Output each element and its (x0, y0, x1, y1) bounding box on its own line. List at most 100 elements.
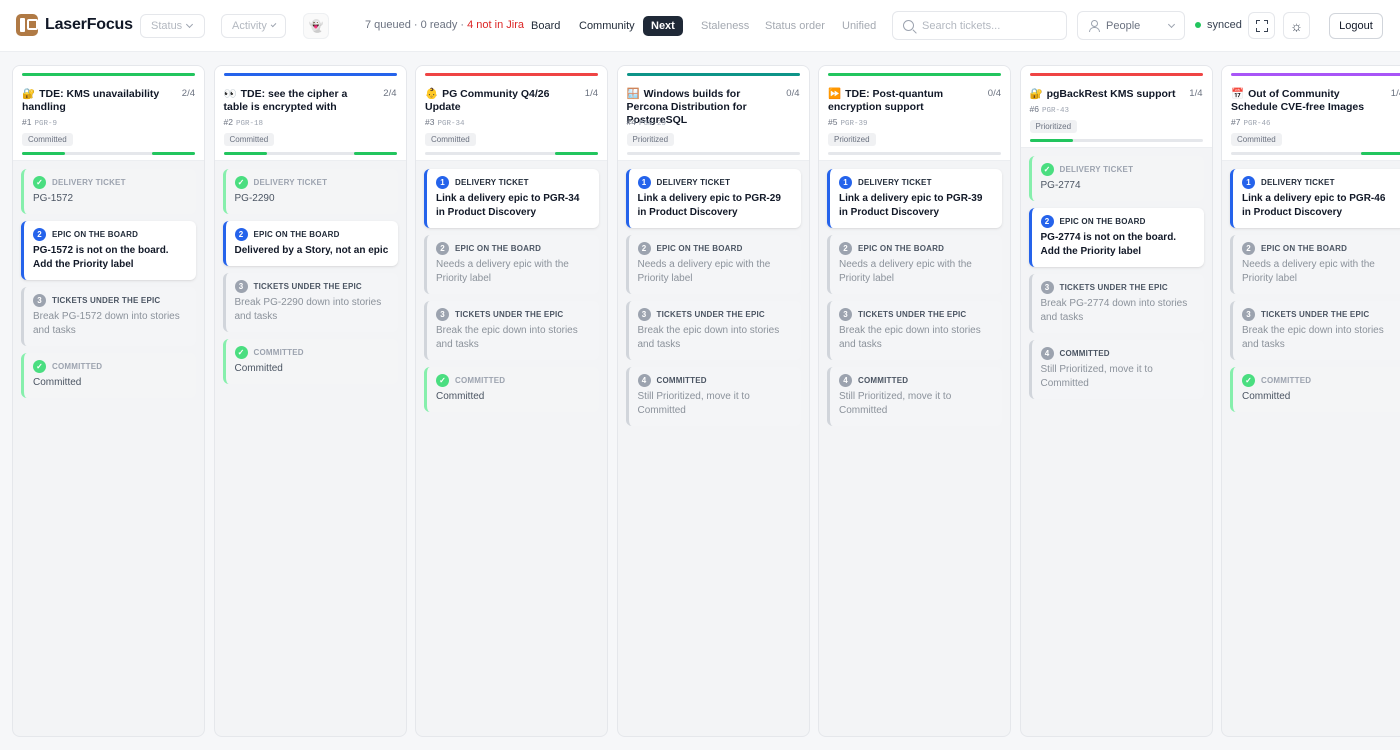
not-in-jira-count[interactable]: 4 not in Jira (467, 19, 524, 31)
chevron-down-icon (1167, 20, 1176, 28)
column-progress-bar (626, 152, 800, 155)
step-text: Needs a delivery epic with the Priority … (1242, 259, 1375, 284)
step-header: 1 DELIVERY TICKET (839, 176, 994, 189)
step-card[interactable]: 3 TICKETS UNDER THE EPIC Break the epic do… (827, 301, 1002, 360)
step-card[interactable]: 1 DELIVERY TICKET Link a delivery epic to … (625, 169, 801, 228)
column-emoji-icon: 🪟 (626, 88, 640, 100)
step-card[interactable]: 3 TICKETS UNDER THE EPIC Break the epic do… (625, 301, 801, 360)
step-card[interactable]: 2 EPIC ON THE BOARD Delivered by a Story, … (222, 221, 398, 266)
step-card[interactable]: 4 COMMITTED Still Prioritized, move it to … (1028, 340, 1204, 399)
nav-next[interactable]: Next (643, 16, 683, 36)
step-card[interactable]: 4 COMMITTED Still Prioritized, move it to … (625, 367, 801, 426)
step-header: 2 EPIC ON THE BOARD (436, 242, 591, 255)
nav-board[interactable]: Board (531, 16, 560, 36)
column-progress-bar (223, 152, 397, 155)
nav-status-order[interactable]: Status order (765, 16, 825, 36)
column-header[interactable]: 🪟 Windows builds for Percona Distribution… (617, 66, 809, 161)
step-card[interactable]: 3 TICKETS UNDER THE EPIC Break PG-2290 dow… (222, 273, 398, 332)
board-column: 📅 Out of Community Schedule CVE-free Imag… (1221, 65, 1400, 737)
step-card[interactable]: 4 COMMITTED Still Prioritized, move it to … (827, 367, 1002, 426)
step-card[interactable]: 3 TICKETS UNDER THE EPIC Break PG-1572 dow… (21, 287, 196, 346)
step-text: Link a delivery epic to PGR-29 in Produc… (637, 193, 781, 218)
step-card[interactable]: 2 EPIC ON THE BOARD Needs a delivery epic … (1230, 235, 1400, 294)
column-header[interactable]: ⏩ TDE: Post-quantum encryption support 0/4… (819, 66, 1010, 161)
board-column: 👶 PG Community Q4/26 Update 1/4 #3 PGR-34 Com… (415, 65, 608, 737)
column-progress-count: 0/4 (786, 88, 800, 99)
app-logo[interactable]: LaserFocus (16, 14, 133, 36)
step-text: Break the epic down into stories and tas… (436, 325, 578, 350)
step-list: 1 DELIVERY TICKET Link a delivery epic to … (416, 161, 607, 412)
column-key-link[interactable]: PGR-18 (236, 120, 263, 128)
step-card[interactable]: ✓ COMMITTED Committed (222, 339, 398, 384)
fullscreen-button[interactable] (1248, 12, 1275, 39)
ghost-icon: 👻 (308, 19, 324, 33)
column-key-link[interactable]: PGR-39 (840, 120, 867, 128)
chevron-down-icon (186, 20, 194, 29)
step-card[interactable]: 2 EPIC ON THE BOARD PG-1572 is not on the … (21, 221, 196, 280)
step-card[interactable]: 1 DELIVERY TICKET Link a delivery epic to … (827, 169, 1002, 228)
search-input[interactable] (922, 19, 1052, 32)
column-header[interactable]: 👶 PG Community Q4/26 Update 1/4 #3 PGR-34 Com… (416, 66, 607, 161)
queue-summary: 7 queued · 0 ready · (365, 19, 468, 31)
column-key-link[interactable]: PGR-29 (639, 120, 666, 128)
step-header: 3 TICKETS UNDER THE EPIC (1242, 308, 1397, 321)
column-accent-bar (223, 73, 397, 76)
step-card[interactable]: 3 TICKETS UNDER THE EPIC Break the epic do… (424, 301, 599, 360)
step-number-badge: 3 (33, 294, 46, 307)
column-key-link[interactable]: PGR-9 (34, 120, 57, 128)
step-card[interactable]: 3 TICKETS UNDER THE EPIC Break the epic do… (1230, 301, 1400, 360)
status-filter[interactable]: Status (140, 14, 205, 38)
step-label: TICKETS UNDER THE EPIC (1261, 310, 1370, 319)
column-header[interactable]: 🔐 pgBackRest KMS support 1/4 #6 PGR-43 Priori… (1020, 66, 1212, 148)
column-key-link[interactable]: PGR-43 (1042, 107, 1069, 115)
people-filter[interactable]: People (1077, 11, 1185, 40)
nav-staleness[interactable]: Staleness (701, 16, 749, 36)
column-key-link[interactable]: PGR-34 (437, 120, 464, 128)
step-number-badge: 4 (637, 374, 651, 387)
ghost-toggle-button[interactable]: 👻 (303, 13, 329, 39)
step-number-badge: 4 (1040, 347, 1054, 360)
logout-button[interactable]: Logout (1329, 13, 1383, 39)
step-number-badge: 1 (1242, 176, 1255, 189)
step-card[interactable]: 1 DELIVERY TICKET Link a delivery epic to … (1230, 169, 1400, 228)
step-label: DELIVERY TICKET (253, 178, 328, 187)
step-text: Committed (1242, 391, 1291, 402)
search-box (892, 11, 1067, 40)
column-header[interactable]: 👀 TDE: see the cipher a table is encrypte… (214, 66, 406, 161)
column-emoji-icon: 📅 (1231, 88, 1245, 100)
step-card[interactable]: ✓ COMMITTED Committed (21, 353, 196, 398)
step-header: 2 EPIC ON THE BOARD (33, 228, 188, 241)
step-label: COMMITTED (1059, 349, 1110, 358)
step-card[interactable]: 1 DELIVERY TICKET Link a delivery epic to … (424, 169, 599, 228)
step-card[interactable]: ✓ DELIVERY TICKET PG-1572 (21, 169, 196, 214)
column-title: 🔐 pgBackRest KMS support (1029, 88, 1176, 100)
column-accent-bar (1231, 73, 1400, 76)
step-text: Break the epic down into stories and tas… (839, 325, 981, 350)
step-card[interactable]: 2 EPIC ON THE BOARD PG-2774 is not on the … (1028, 208, 1204, 267)
column-key-link[interactable]: PGR-46 (1243, 120, 1270, 128)
step-header: 4 COMMITTED (839, 374, 994, 387)
step-number-badge: 2 (839, 242, 852, 255)
column-header[interactable]: 📅 Out of Community Schedule CVE-free Imag… (1222, 66, 1400, 161)
step-header: 4 COMMITTED (637, 374, 793, 387)
step-label: COMMITTED (858, 376, 909, 385)
step-card[interactable]: ✓ COMMITTED Committed (1230, 367, 1400, 412)
check-icon: ✓ (234, 346, 248, 359)
step-card[interactable]: ✓ DELIVERY TICKET PG-2290 (222, 169, 398, 214)
step-card[interactable]: 2 EPIC ON THE BOARD Needs a delivery epic … (625, 235, 801, 294)
column-title: 👀 TDE: see the cipher a table is encrypte… (223, 88, 348, 113)
step-card[interactable]: ✓ DELIVERY TICKET PG-2774 (1028, 156, 1204, 201)
activity-filter[interactable]: Activity (221, 14, 286, 38)
step-card[interactable]: 2 EPIC ON THE BOARD Needs a delivery epic … (424, 235, 599, 294)
step-card[interactable]: ✓ COMMITTED Committed (424, 367, 599, 412)
nav-unified[interactable]: Unified (842, 16, 876, 36)
nav-community[interactable]: Community (579, 16, 635, 36)
step-card[interactable]: 2 EPIC ON THE BOARD Needs a delivery epic … (827, 235, 1002, 294)
column-progress-bar (828, 152, 1001, 155)
step-header: ✓ COMMITTED (33, 360, 188, 373)
check-icon: ✓ (33, 176, 46, 189)
step-card[interactable]: 3 TICKETS UNDER THE EPIC Break PG-2774 dow… (1028, 274, 1204, 333)
theme-toggle-button[interactable]: ☼ (1283, 12, 1310, 39)
step-header: 3 TICKETS UNDER THE EPIC (839, 308, 994, 321)
column-header[interactable]: 🔐 TDE: KMS unavailability handling 2/4 #1 PG… (13, 66, 204, 161)
